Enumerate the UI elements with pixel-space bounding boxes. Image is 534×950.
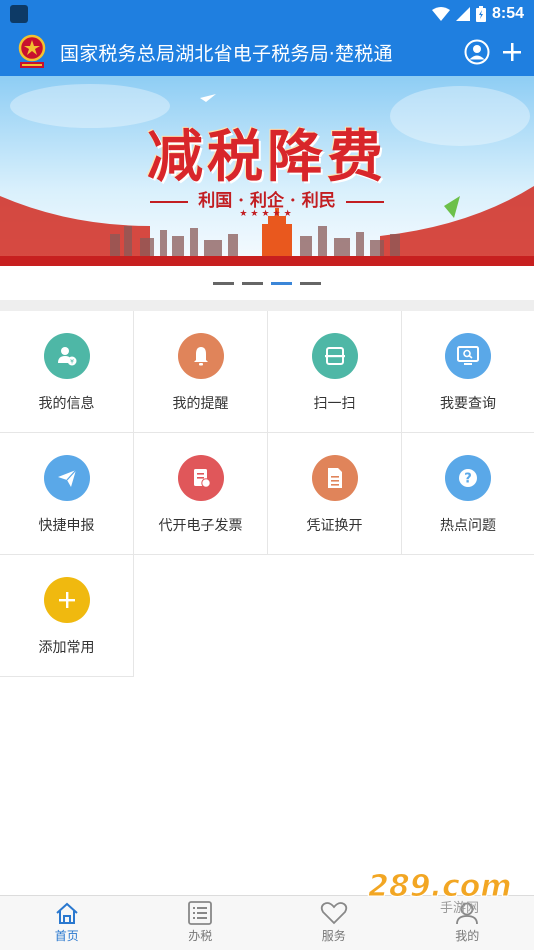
tab-tax[interactable]: 办税 [134,896,268,950]
tab-mine[interactable]: 我的 [401,896,534,950]
banner-subtitle-text: 利国 · 利企 · 利民 [198,191,336,211]
profile-icon [456,902,479,925]
bell-icon [193,347,208,366]
profile-button[interactable] [464,39,490,65]
grid-icon-circle [445,333,491,379]
banner-subtitle: 利国 · 利企 · 利民 [0,186,534,211]
grid-icon-circle [177,455,224,501]
tab-label: 首页 [54,929,79,943]
question-icon: ? [459,469,477,487]
grid-icon-circle: ? [445,455,491,501]
list-icon [188,901,213,925]
grid-item-label: 快捷申报 [38,518,95,534]
section-divider [0,300,534,311]
promo-banner[interactable]: 减税降费 利国 · 利企 · 利民 ★★★★★ [0,76,534,266]
notification-app-icon [10,5,28,23]
grid-item-my-info[interactable]: ¥ 我的信息 [0,311,134,433]
tab-service[interactable]: 服务 [267,896,401,950]
svg-text:?: ? [464,472,472,487]
bottom-tab-bar: 首页 办税 服务 我的 [0,895,534,950]
grid-icon-circle: ¥ [43,333,90,379]
plus-icon [58,592,75,608]
pager-dot[interactable] [213,281,234,285]
monitor-search-icon [457,346,479,365]
user-info-icon: ¥ [57,347,76,366]
pager-dot-active[interactable] [271,281,292,285]
grid-item-add-favorite[interactable]: 添加常用 [0,555,134,677]
svg-text:¥: ¥ [70,359,74,366]
home-icon [56,902,78,924]
pager-dot[interactable] [300,281,321,285]
status-time: 8:54 [491,5,524,22]
document-icon [327,468,342,488]
tab-label: 办税 [188,929,213,943]
grid-item-quick-declare[interactable]: 快捷申报 [0,433,134,555]
banner-stars: ★★★★★ [239,209,295,219]
paper-plane-icon [57,469,76,487]
banner-title: 减税降费 [147,124,387,190]
status-bar: 8:54 [0,0,534,28]
page-title: 国家税务总局湖北省电子税务局·楚税通 [60,42,393,65]
grid-item-label: 我要查询 [440,396,496,412]
grid-item-scan[interactable]: 扫一扫 [268,311,402,433]
app-header: 国家税务总局湖北省电子税务局·楚税通 [0,28,534,76]
grid-icon-circle [177,333,224,379]
grid-icon-circle [43,577,90,623]
grid-item-query[interactable]: 我要查询 [402,311,534,433]
signal-icon [455,7,470,21]
banner-pager [0,266,534,300]
grid-item-label: 我的提醒 [172,396,229,412]
grid-icon-circle [43,455,90,501]
user-circle-icon [464,39,490,65]
grid-item-voucher-exchange[interactable]: 凭证换开 [268,433,402,555]
wifi-icon [431,7,450,21]
grid-icon-circle [311,333,358,379]
grid-item-hot-questions[interactable]: ? 热点问题 [402,433,534,555]
grid-item-label: 我的信息 [38,396,95,412]
grid-icon-circle [311,455,358,501]
status-icons: 8:54 [431,5,524,23]
tab-home[interactable]: 首页 [0,896,134,950]
heart-icon [320,902,347,925]
scan-icon [324,347,345,365]
grid-item-my-reminders[interactable]: 我的提醒 [134,311,268,433]
tab-label: 服务 [321,929,346,943]
plus-icon [503,43,521,61]
grid-item-label: 扫一扫 [313,396,356,412]
grid-item-e-invoice[interactable]: 代开电子发票 [134,433,268,555]
grid-item-label: 添加常用 [38,640,95,656]
tax-emblem-logo [12,32,52,72]
invoice-icon [193,469,211,488]
grid-item-label: 凭证换开 [306,518,363,534]
tab-label: 我的 [455,929,480,943]
pager-dot[interactable] [242,281,263,285]
add-button[interactable] [502,42,522,62]
grid-item-label: 代开电子发票 [158,518,243,534]
grid-item-label: 热点问题 [440,518,496,534]
battery-icon [475,6,486,22]
